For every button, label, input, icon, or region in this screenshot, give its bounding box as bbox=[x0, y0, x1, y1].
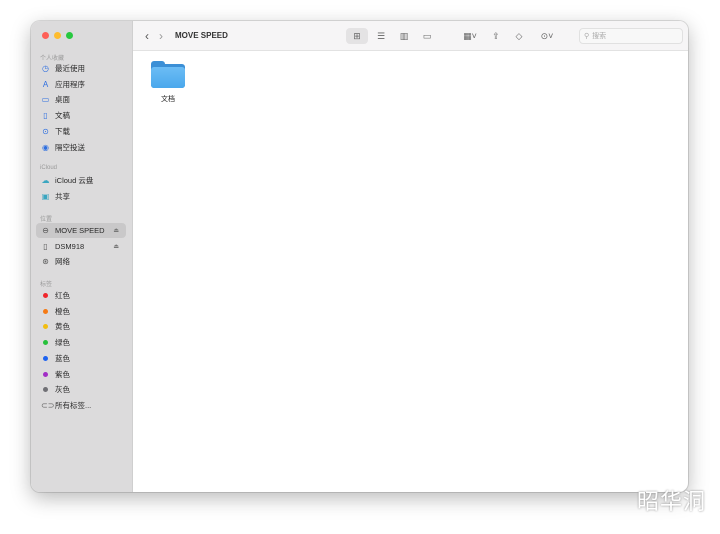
network-icon: ⊛ bbox=[42, 257, 49, 267]
sidebar-item-label: 橙色 bbox=[55, 306, 70, 316]
sidebar-item-label: iCloud 云盘 bbox=[55, 176, 94, 185]
all-tags-item[interactable]: ⊂⊃ 所有标签... bbox=[36, 398, 126, 413]
group-button[interactable]: ▦˅ bbox=[458, 28, 482, 44]
eject-icon[interactable]: ⏏ bbox=[113, 243, 119, 250]
toolbar: ‹ › MOVE SPEED ⊞ ☰ ▥ ▭ ▦˅ ⇪ ◇ ⊙˅ ⚲ 搜索 bbox=[133, 21, 688, 51]
share-icon[interactable]: ⇪ bbox=[488, 28, 504, 44]
tag-dot-icon bbox=[43, 371, 48, 377]
sidebar-item-label: 下载 bbox=[55, 126, 70, 136]
sidebar-item-label: 网络 bbox=[55, 257, 70, 267]
close-button[interactable] bbox=[42, 32, 49, 39]
folder-icon bbox=[151, 61, 185, 88]
sidebar: 个人收藏 ◷ 最近使用 A 应用程序 ▭ 桌面 ▯ 文稿 ⊙ 下载 ◉ 隔空投送 iCloud ☁ iC… bbox=[31, 21, 133, 492]
sidebar-item-label: 应用程序 bbox=[55, 79, 85, 89]
sidebar-item[interactable]: 绿色 bbox=[36, 335, 126, 350]
clock-icon: ◷ bbox=[42, 64, 49, 73]
airdrop-icon: ◉ bbox=[42, 142, 49, 152]
sidebar-item[interactable]: ◷ 最近使用 bbox=[36, 61, 126, 76]
window-title: MOVE SPEED bbox=[175, 31, 228, 40]
sidebar-item[interactable]: ▯ DSM918 ⏏ bbox=[36, 239, 126, 254]
sidebar-item[interactable]: ☁ iCloud 云盘 bbox=[36, 173, 126, 188]
finder-window: 个人收藏 ◷ 最近使用 A 应用程序 ▭ 桌面 ▯ 文稿 ⊙ 下载 ◉ 隔空投送 iCloud ☁ iC… bbox=[31, 21, 688, 492]
tags-header: 标签 bbox=[40, 282, 53, 288]
sidebar-item[interactable]: ▯ 文稿 bbox=[36, 108, 126, 123]
sidebar-item-label: 红色 bbox=[55, 291, 70, 300]
file-icon: ▯ bbox=[43, 241, 48, 251]
sidebar-item[interactable]: ◉ 隔空投送 bbox=[36, 140, 126, 155]
sidebar-item-label: 所有标签... bbox=[55, 400, 92, 410]
sidebar-item[interactable]: ⊙ 下载 bbox=[36, 124, 126, 139]
sidebar-item[interactable]: ⊛ 网络 bbox=[36, 254, 126, 269]
eject-icon[interactable]: ⏏ bbox=[113, 227, 119, 234]
sidebar-item[interactable]: ▭ 桌面 bbox=[36, 92, 126, 107]
sidebar-item-label: DSM918 bbox=[55, 241, 85, 251]
sidebar-item[interactable]: 蓝色 bbox=[36, 351, 126, 366]
tag-dot-icon bbox=[43, 355, 48, 361]
sidebar-item[interactable]: 灰色 bbox=[36, 382, 126, 397]
minimize-button[interactable] bbox=[54, 32, 61, 39]
tag-outline-icon: ⊂⊃ bbox=[41, 400, 55, 410]
gallery-view-button[interactable]: ▭ bbox=[417, 28, 437, 44]
sidebar-item-label: 桌面 bbox=[55, 95, 70, 105]
locations-header: 位置 bbox=[40, 217, 53, 223]
tag-dot-icon bbox=[43, 387, 48, 393]
tag-dot-icon bbox=[43, 340, 48, 346]
sidebar-item-label: 紫色 bbox=[55, 369, 70, 379]
more-actions-button[interactable]: ⊙˅ bbox=[535, 28, 559, 44]
cloud-icon: ☁ bbox=[41, 176, 50, 185]
sidebar-item-label: 文稿 bbox=[55, 111, 70, 121]
apps-icon: A bbox=[42, 79, 49, 89]
folder-item[interactable]: 文档 bbox=[150, 61, 186, 104]
folder-label: 文档 bbox=[161, 96, 175, 103]
sidebar-item[interactable]: 橙色 bbox=[36, 304, 126, 319]
sidebar-item-label: 绿色 bbox=[55, 338, 70, 348]
download-icon: ⊙ bbox=[42, 126, 49, 136]
sidebar-item-label: 共享 bbox=[55, 191, 70, 201]
drive-icon: ⊖ bbox=[42, 226, 49, 235]
sidebar-item-label: 黄色 bbox=[55, 322, 70, 332]
tag-dot-icon bbox=[43, 308, 48, 314]
list-view-button[interactable]: ☰ bbox=[371, 28, 391, 44]
search-icon: ⚲ bbox=[584, 33, 590, 40]
sidebar-item[interactable]: 红色 bbox=[36, 288, 126, 303]
icloud-header: iCloud bbox=[40, 165, 58, 171]
tag-dot-icon bbox=[43, 324, 48, 330]
back-button[interactable]: ‹ bbox=[145, 29, 155, 43]
sidebar-item-label: 隔空投送 bbox=[55, 142, 85, 152]
shared-folder-icon: ▣ bbox=[41, 191, 50, 201]
zoom-button[interactable] bbox=[66, 32, 73, 39]
sidebar-item-label: MOVE SPEED bbox=[55, 226, 105, 235]
icon-view-button[interactable]: ⊞ bbox=[346, 28, 368, 44]
window-controls bbox=[42, 32, 73, 39]
column-view-button[interactable]: ▥ bbox=[394, 28, 414, 44]
document-icon: ▯ bbox=[43, 111, 48, 121]
sidebar-item[interactable]: ▣ 共享 bbox=[36, 189, 126, 204]
watermark: 昭华洞 bbox=[636, 489, 706, 514]
sidebar-item-label: 灰色 bbox=[55, 385, 70, 395]
forward-button[interactable]: › bbox=[159, 29, 169, 43]
sidebar-item-label: 蓝色 bbox=[55, 353, 70, 363]
search-input[interactable]: ⚲ 搜索 bbox=[579, 28, 683, 44]
sidebar-item-label: 最近使用 bbox=[55, 64, 85, 73]
sidebar-item[interactable]: 黄色 bbox=[36, 319, 126, 334]
tag-dot-icon bbox=[43, 293, 48, 298]
desktop-icon: ▭ bbox=[41, 95, 50, 105]
sidebar-item[interactable]: A 应用程序 bbox=[36, 77, 126, 92]
tag-icon[interactable]: ◇ bbox=[511, 28, 527, 44]
sidebar-item[interactable]: ⊖ MOVE SPEED ⏏ bbox=[36, 223, 126, 238]
sidebar-item[interactable]: 紫色 bbox=[36, 367, 126, 382]
